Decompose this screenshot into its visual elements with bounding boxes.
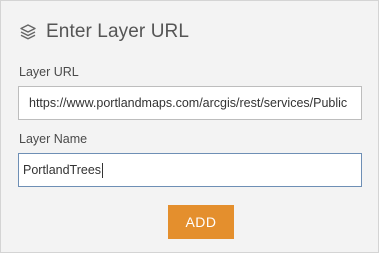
panel-title: Enter Layer URL [46,21,190,42]
layer-url-label: Layer URL [19,65,79,79]
layer-url-value: https://www.portlandmaps.com/arcgis/rest… [29,96,348,110]
text-caret [102,162,104,178]
layer-name-input[interactable]: PortlandTrees [18,153,362,187]
layer-name-value: PortlandTrees [23,163,102,177]
layer-url-input[interactable]: https://www.portlandmaps.com/arcgis/rest… [18,86,362,120]
add-button[interactable]: ADD [168,205,234,239]
panel-header: Enter Layer URL [18,19,189,45]
enter-layer-url-panel: Enter Layer URL Layer URL https://www.po… [0,0,379,253]
layer-name-label: Layer Name [19,132,88,146]
layers-icon [18,22,38,42]
